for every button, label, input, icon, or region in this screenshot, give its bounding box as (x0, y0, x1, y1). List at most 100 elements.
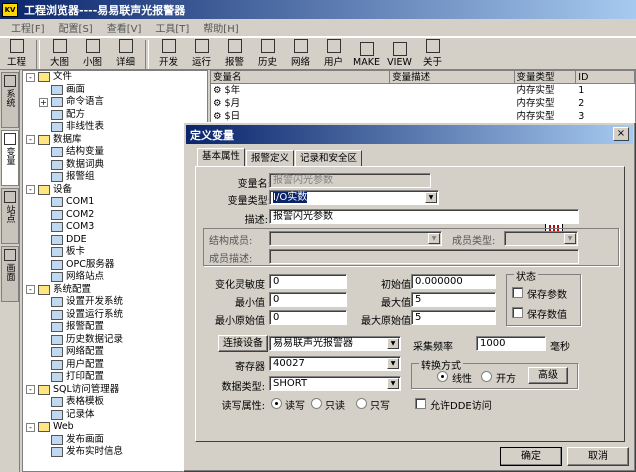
dropdown-arrow-icon[interactable]: ▼ (387, 378, 399, 389)
device-select[interactable]: 易易联声光报警器 ▼ (269, 336, 401, 351)
ok-button[interactable]: 确定 (500, 447, 562, 466)
allow-dde-checkbox[interactable] (415, 398, 426, 409)
collapse-icon[interactable]: - (26, 422, 35, 432)
close-button[interactable]: × (613, 127, 629, 141)
tree-item[interactable]: 打印配置 (23, 371, 207, 384)
col-id[interactable]: ID (576, 71, 635, 83)
read-only-radio[interactable] (311, 398, 322, 409)
tree-item[interactable]: 用户配置 (23, 359, 207, 372)
tree-item[interactable]: 非线性表 (23, 121, 207, 134)
tree-item[interactable]: 网络配置 (23, 346, 207, 359)
collapse-icon[interactable]: - (26, 285, 35, 295)
side-tab-station[interactable]: 站点 (1, 188, 19, 244)
tree-item[interactable]: 设置运行系统 (23, 309, 207, 322)
menu-view[interactable]: 查看[V] (100, 20, 149, 35)
table-row[interactable]: ⚙ $月 内存实型 2 (211, 97, 635, 110)
table-row[interactable]: ⚙ $年 内存实型 1 (211, 84, 635, 97)
menu-project[interactable]: 工程[F] (4, 20, 52, 35)
tree-item[interactable]: - SQL访问管理器 (23, 384, 207, 397)
menu-help[interactable]: 帮助[H] (196, 20, 245, 35)
register-select[interactable]: 40027 ▼ (269, 356, 401, 371)
tree-item[interactable]: 表格模板 (23, 396, 207, 409)
connect-device-button[interactable]: 连接设备 (218, 335, 268, 352)
tree-item[interactable]: 数据词典 (23, 159, 207, 172)
struct-member-select[interactable]: ▼ (269, 231, 442, 246)
menu-tools[interactable]: 工具[T] (148, 20, 196, 35)
cancel-button[interactable]: 取消 (567, 447, 629, 466)
tree-item[interactable]: 历史数据记录 (23, 334, 207, 347)
read-write-radio[interactable] (271, 398, 282, 409)
tree-item[interactable]: 发布实时信息 (23, 446, 207, 459)
about-button[interactable]: 关于 (416, 38, 449, 69)
small-icon-button[interactable]: 小图 (76, 38, 109, 69)
min-raw-field[interactable]: 0 (269, 310, 347, 325)
tree-item[interactable]: DDE (23, 234, 207, 247)
col-var-name[interactable]: 变量名 (211, 71, 391, 83)
history-button[interactable]: 历史 (251, 38, 284, 69)
tree-item[interactable]: 板卡 (23, 246, 207, 259)
col-var-type[interactable]: 变量类型 (515, 71, 577, 83)
tree-item[interactable]: 记录体 (23, 409, 207, 422)
collapse-icon[interactable]: - (26, 72, 35, 82)
tree-item[interactable]: 配方 (23, 109, 207, 122)
write-only-radio[interactable] (356, 398, 367, 409)
tree-item[interactable]: COM3 (23, 221, 207, 234)
col-var-desc[interactable]: 变量描述 (390, 71, 515, 83)
var-name-field[interactable]: 报警闪光参数 (269, 173, 431, 188)
collapse-icon[interactable]: - (26, 185, 35, 195)
detail-button[interactable]: 详细 (109, 38, 142, 69)
tree-item[interactable]: 画面 (23, 84, 207, 97)
tree-item[interactable]: 报警配置 (23, 321, 207, 334)
alarm-button[interactable]: 报警 (218, 38, 251, 69)
collapse-icon[interactable]: - (26, 135, 35, 145)
tree-item[interactable]: OPC服务器 (23, 259, 207, 272)
datatype-select[interactable]: SHORT ▼ (269, 376, 401, 391)
tree-item[interactable]: - 数据库 (23, 134, 207, 147)
var-type-select[interactable]: I/O实数 ▼ (269, 190, 439, 205)
dropdown-arrow-icon[interactable]: ▼ (428, 233, 440, 244)
dropdown-arrow-icon[interactable]: ▼ (387, 338, 399, 349)
desc-field[interactable]: 报警闪光参数 (269, 209, 579, 224)
min-field[interactable]: 0 (269, 292, 347, 307)
tree-item[interactable]: 报警组 (23, 171, 207, 184)
member-type-select[interactable]: ▼ (504, 231, 578, 246)
user-button[interactable]: 用户 (317, 38, 350, 69)
keep-value-checkbox[interactable] (512, 307, 523, 318)
network-button[interactable]: 网络 (284, 38, 317, 69)
side-tab-variable[interactable]: 变量 (1, 130, 19, 186)
develop-button[interactable]: 开发 (152, 38, 185, 69)
make-button[interactable]: MAKE (350, 38, 383, 69)
side-tab-system[interactable]: 系统 (1, 72, 19, 128)
member-desc-field[interactable] (269, 249, 579, 264)
project-button[interactable]: 工程 (0, 38, 33, 69)
tree-item[interactable]: 发布画面 (23, 434, 207, 447)
run-button[interactable]: 运行 (185, 38, 218, 69)
linear-radio[interactable] (437, 371, 448, 382)
advanced-button[interactable]: 高级 (528, 367, 568, 384)
collapse-icon[interactable]: - (26, 385, 35, 395)
tree-item[interactable]: - 文件 (23, 71, 207, 84)
sample-field[interactable]: 1000 (476, 336, 546, 351)
tree-item[interactable]: COM2 (23, 209, 207, 222)
max-field[interactable]: 5 (411, 292, 496, 307)
tree-item[interactable]: - Web (23, 421, 207, 434)
tab-basic[interactable]: 基本属性 (197, 148, 246, 166)
tree-item[interactable]: - 系统配置 (23, 284, 207, 297)
dropdown-arrow-icon[interactable]: ▼ (564, 233, 576, 244)
large-icon-button[interactable]: 大图 (43, 38, 76, 69)
expand-icon[interactable]: + (39, 97, 48, 107)
tree-item[interactable]: 设置开发系统 (23, 296, 207, 309)
tab-alarm[interactable]: 报警定义 (246, 150, 295, 166)
sqrt-radio[interactable] (481, 371, 492, 382)
menu-config[interactable]: 配置[S] (52, 20, 100, 35)
dropdown-arrow-icon[interactable]: ▼ (387, 358, 399, 369)
side-tab-screen[interactable]: 画面 (1, 246, 19, 302)
tree-item[interactable]: COM1 (23, 196, 207, 209)
init-field[interactable]: 0.000000 (411, 274, 496, 289)
tree-item[interactable]: - 设备 (23, 184, 207, 197)
sensitivity-field[interactable]: 0 (269, 274, 347, 289)
keep-param-checkbox[interactable] (512, 287, 523, 298)
dropdown-arrow-icon[interactable]: ▼ (425, 192, 437, 203)
tree-item[interactable]: 结构变量 (23, 146, 207, 159)
max-raw-field[interactable]: 5 (411, 310, 496, 325)
